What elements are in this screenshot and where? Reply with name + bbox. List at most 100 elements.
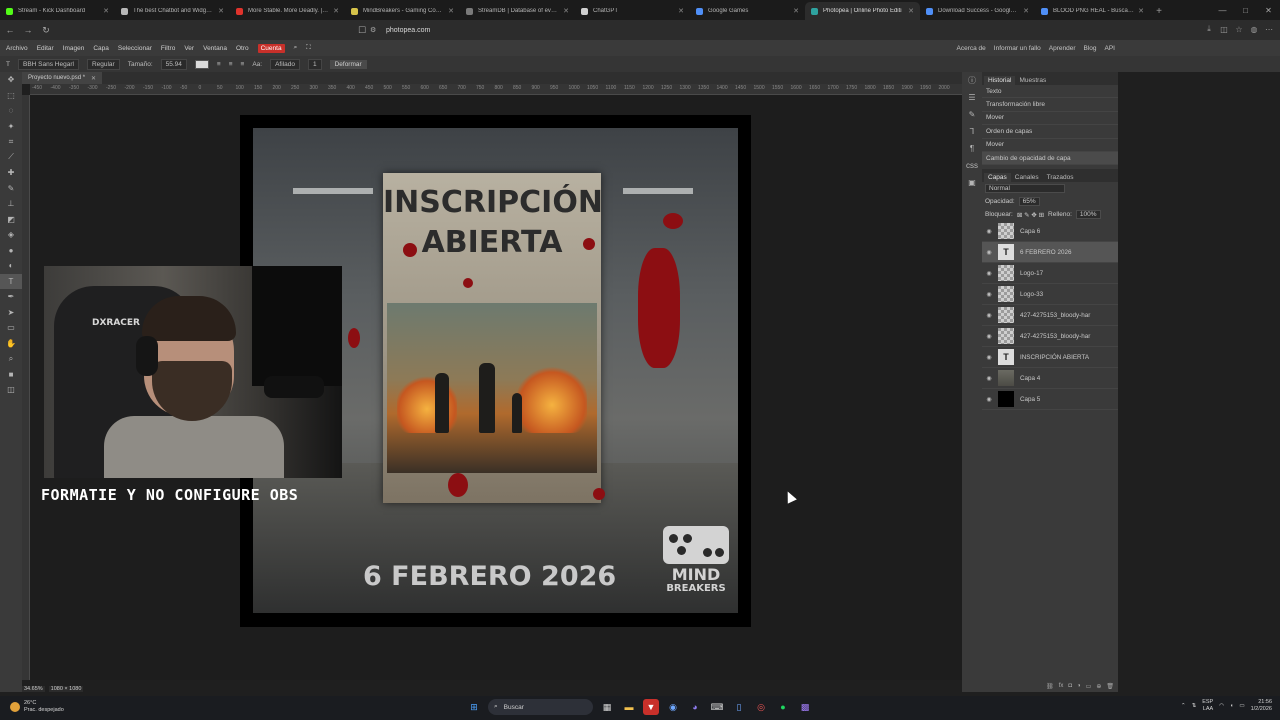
browser-tab[interactable]: StreamDB | Database of everything✕ xyxy=(460,2,575,20)
discord-icon[interactable]: ◕ xyxy=(687,699,703,715)
menu-link[interactable]: Acerca de xyxy=(957,45,986,52)
adjustment-icon[interactable]: ◑ xyxy=(1077,683,1081,689)
panel-tab[interactable]: Historial xyxy=(984,76,1016,85)
font-size-input[interactable]: 55.94 xyxy=(160,58,187,70)
history-item[interactable]: Transformación libre xyxy=(982,98,1118,112)
visibility-eye-icon[interactable]: ◉ xyxy=(982,333,996,340)
browser-tab[interactable]: Download Success - Google Fonts✕ xyxy=(920,2,1035,20)
brush-tool-icon[interactable]: ✎ xyxy=(0,181,22,197)
download-icon[interactable]: ⤓ xyxy=(1204,23,1214,35)
file-explorer-icon[interactable]: ▬ xyxy=(621,699,637,715)
steam-icon[interactable]: ◉ xyxy=(665,699,681,715)
visibility-eye-icon[interactable]: ◉ xyxy=(982,354,996,361)
menu-dots-icon[interactable]: ⋯ xyxy=(1264,23,1274,35)
align-center-icon[interactable]: ≡ xyxy=(229,61,233,68)
history-item[interactable]: Mover xyxy=(982,112,1118,126)
task-view-icon[interactable]: ▦ xyxy=(599,699,615,715)
healing-brush-icon[interactable]: ✚ xyxy=(0,165,22,181)
volume-icon[interactable]: ◖ xyxy=(1230,703,1233,709)
tray-chevron-icon[interactable]: ⌃ xyxy=(1181,703,1186,709)
info-icon[interactable]: ⓘ xyxy=(962,72,982,89)
lasso-tool-icon[interactable]: ◌ xyxy=(0,103,22,119)
warp-button[interactable]: Deformar xyxy=(329,59,367,69)
delete-layer-icon[interactable]: 🗑 xyxy=(1106,683,1114,690)
visibility-eye-icon[interactable]: ◉ xyxy=(982,249,996,256)
move-tool-icon[interactable]: ✥ xyxy=(0,72,22,88)
menu-item[interactable]: Editar xyxy=(37,45,54,52)
marquee-tool-icon[interactable]: ⬚ xyxy=(0,88,22,104)
spacing-select[interactable]: 1 xyxy=(307,58,322,70)
clock[interactable]: 21:56 1/2/2026 xyxy=(1251,699,1272,713)
menu-item[interactable]: Ver xyxy=(184,45,194,52)
tab-close-icon[interactable]: ✕ xyxy=(563,7,569,15)
layer-row[interactable]: ◉ 427-4275153_bloody-har xyxy=(982,326,1118,348)
site-info-icon[interactable]: ⚙ xyxy=(370,26,378,34)
align-left-icon[interactable]: ≡ xyxy=(217,61,221,68)
tab-close-icon[interactable]: ✕ xyxy=(908,7,914,15)
blend-mode-select[interactable]: Normal xyxy=(985,184,1065,194)
type-tool-icon[interactable]: T xyxy=(6,61,10,68)
menu-item[interactable]: Capa xyxy=(93,45,109,52)
brave-browser-icon[interactable]: ▼ xyxy=(643,699,659,715)
fullscreen-icon[interactable]: ⛶ xyxy=(306,44,311,52)
link-layers-icon[interactable]: ⛓ xyxy=(1046,683,1054,690)
tab-close-icon[interactable]: ✕ xyxy=(103,7,109,15)
mask-icon[interactable]: ◘ xyxy=(1068,683,1072,689)
minimize-icon[interactable]: — xyxy=(1211,0,1234,20)
maximize-icon[interactable]: □ xyxy=(1234,0,1257,20)
layer-row[interactable]: ◉ 427-4275153_bloody-har xyxy=(982,305,1118,327)
type-tool-icon[interactable]: T xyxy=(0,273,22,289)
menu-link[interactable]: Informar un fallo xyxy=(994,45,1041,52)
spotify-icon[interactable]: ● xyxy=(775,699,791,715)
layer-row[interactable]: ◉ T 6 FEBRERO 2026 xyxy=(982,242,1118,264)
tab-close-icon[interactable]: ✕ xyxy=(218,7,224,15)
visibility-eye-icon[interactable]: ◉ xyxy=(982,291,996,298)
battery-icon[interactable]: ▭ xyxy=(1239,703,1244,709)
browser-tab[interactable]: ChatGPT ✕ xyxy=(575,2,690,20)
taskbar-search[interactable]: ⌕ Buscar xyxy=(488,699,593,715)
bucket-icon[interactable]: ◈ xyxy=(0,227,22,243)
folder-icon[interactable]: ▭ xyxy=(1086,683,1092,690)
visibility-eye-icon[interactable]: ◉ xyxy=(982,396,996,403)
profile-icon[interactable]: ◍ xyxy=(1249,23,1259,35)
new-layer-icon[interactable]: ⊕ xyxy=(1096,683,1101,690)
history-list-icon[interactable]: ☰ xyxy=(962,89,982,106)
crop-tool-icon[interactable]: ⌗ xyxy=(0,134,22,150)
font-style-select[interactable]: Regular xyxy=(86,58,120,70)
browser-tab[interactable]: Photopea | Online Photo Editi ✕ xyxy=(805,2,920,20)
brush-settings-icon[interactable]: ✎ xyxy=(962,106,982,123)
layer-row[interactable]: ◉ Logo-33 xyxy=(982,284,1118,306)
browser-tab[interactable]: Google Games ✕ xyxy=(690,2,805,20)
history-item[interactable]: Orden de capas xyxy=(982,125,1118,139)
history-item[interactable]: Cambio de opacidad de capa xyxy=(982,151,1118,166)
character-icon[interactable]: Ꞁ xyxy=(962,123,982,140)
visibility-eye-icon[interactable]: ◉ xyxy=(982,228,996,235)
layer-style-icon[interactable]: fx xyxy=(1059,683,1064,689)
input-language[interactable]: ESP LAA xyxy=(1202,699,1213,713)
shape-tool-icon[interactable]: ▭ xyxy=(0,320,22,336)
eyedropper-icon[interactable]: ⟋ xyxy=(0,150,22,166)
tab-close-icon[interactable]: ✕ xyxy=(333,7,339,15)
bookmark-icon[interactable]: ☐ xyxy=(354,22,370,38)
clone-stamp-icon[interactable]: ⊥ xyxy=(0,196,22,212)
visibility-eye-icon[interactable]: ◉ xyxy=(982,312,996,319)
antialias-select[interactable]: Afilado xyxy=(270,58,300,70)
terminal-icon[interactable]: ⌨ xyxy=(709,699,725,715)
windows-start-icon[interactable]: ⊞ xyxy=(466,699,482,715)
layer-row[interactable]: ◉ Capa 5 xyxy=(982,389,1118,411)
menu-item[interactable]: Ventana xyxy=(203,45,227,52)
visibility-eye-icon[interactable]: ◉ xyxy=(982,375,996,382)
hand-tool-icon[interactable]: ✋ xyxy=(0,336,22,352)
layer-row[interactable]: ◉ Capa 4 xyxy=(982,368,1118,390)
menu-item[interactable]: Cuenta xyxy=(257,43,285,53)
panel-tab[interactable]: Trazados xyxy=(1043,173,1078,182)
forward-icon[interactable]: → xyxy=(20,22,36,38)
opacity-input[interactable]: 65% xyxy=(1018,197,1040,207)
tab-close-icon[interactable]: ✕ xyxy=(1023,7,1029,15)
browser-tab[interactable]: More Stable. More Deadly. | G.3.5. ✕ xyxy=(230,2,345,20)
obs-icon[interactable]: ◎ xyxy=(753,699,769,715)
tab-close-icon[interactable]: ✕ xyxy=(678,7,684,15)
menu-link[interactable]: API xyxy=(1105,45,1115,52)
history-item[interactable]: Mover xyxy=(982,139,1118,152)
panel-tab[interactable]: Muestras xyxy=(1015,76,1050,85)
